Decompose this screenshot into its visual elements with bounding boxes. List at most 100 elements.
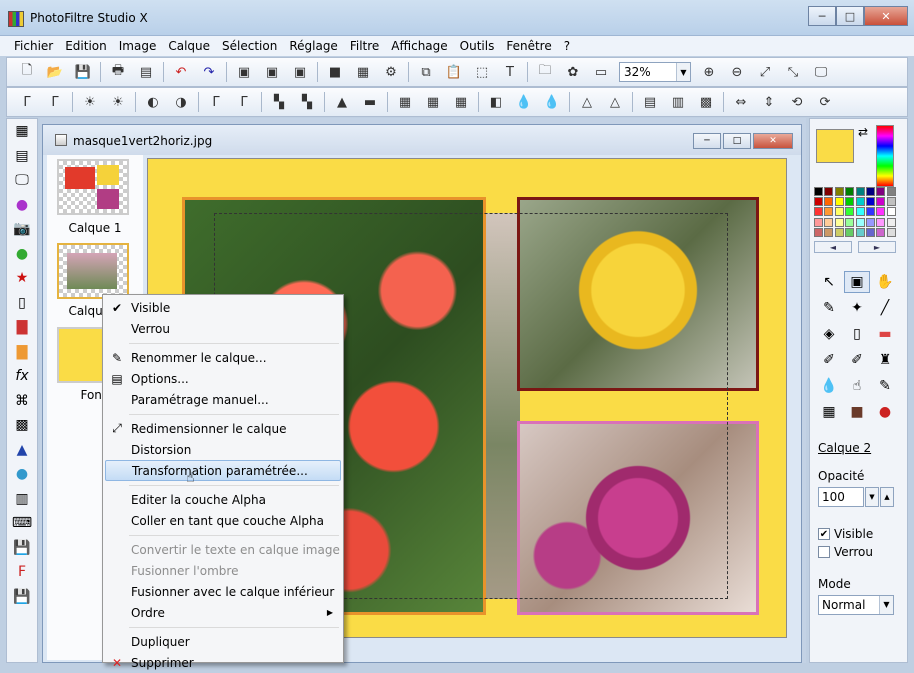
- texture-icon[interactable]: ▩: [695, 91, 717, 113]
- lock-checkbox[interactable]: Verrou: [818, 545, 873, 559]
- menu-item-resize-layer[interactable]: ⤢ Redimensionner le calque: [105, 418, 341, 439]
- auto-contrast-icon[interactable]: Γ: [44, 91, 66, 113]
- palette-swatch[interactable]: [814, 217, 823, 227]
- palette-swatch[interactable]: [845, 197, 855, 207]
- globe-icon[interactable]: ●: [7, 242, 37, 267]
- layer-thumb-calque2[interactable]: [57, 243, 129, 299]
- frame-icon[interactable]: ▣: [289, 61, 311, 83]
- palette-swatch[interactable]: [876, 187, 886, 196]
- text-icon[interactable]: T: [499, 61, 521, 83]
- palette-swatch[interactable]: [814, 207, 823, 217]
- monitor-icon[interactable]: 🖵: [7, 168, 37, 193]
- filter-icon-2[interactable]: ▦: [422, 91, 444, 113]
- pattern-icon[interactable]: ⌘: [7, 389, 37, 414]
- zoom-out-icon[interactable]: ⊖: [726, 61, 748, 83]
- flip-horizontal-icon[interactable]: ⇔: [730, 91, 752, 113]
- menu-item-merge-shadow[interactable]: Fusionner l'ombre: [105, 560, 341, 581]
- menu-calque[interactable]: Calque: [162, 39, 216, 53]
- menu-selection[interactable]: Sélection: [216, 39, 283, 53]
- plugin-icon[interactable]: ✿: [562, 61, 584, 83]
- font-icon[interactable]: F: [7, 560, 37, 585]
- rainbow-icon[interactable]: ▤: [639, 91, 661, 113]
- contrast-plus-icon[interactable]: ◑: [170, 91, 192, 113]
- calculator-icon[interactable]: ▦: [7, 119, 37, 144]
- palette-swatch[interactable]: [834, 207, 844, 217]
- palette-swatch[interactable]: [845, 227, 855, 237]
- palette-swatch[interactable]: [834, 227, 844, 237]
- palette-swatch[interactable]: [814, 187, 823, 196]
- palette-swatch[interactable]: [814, 197, 823, 207]
- rotate-left-icon[interactable]: ⟲: [786, 91, 808, 113]
- menu-fichier[interactable]: Fichier: [8, 39, 59, 53]
- pointer-icon[interactable]: ↖: [816, 271, 842, 293]
- opacity-down-icon[interactable]: ▼: [865, 487, 879, 507]
- menu-filtre[interactable]: Filtre: [344, 39, 385, 53]
- palette-icon[interactable]: ▦: [352, 61, 374, 83]
- drops-icon[interactable]: 💧: [541, 91, 563, 113]
- opacity-up-icon[interactable]: ▲: [880, 487, 894, 507]
- brightness-minus-icon[interactable]: ☀: [79, 91, 101, 113]
- opacity-value[interactable]: 100: [818, 487, 864, 507]
- palette-swatch[interactable]: [876, 227, 886, 237]
- stack-icon[interactable]: ▥: [7, 487, 37, 512]
- fit-window-icon[interactable]: ⤢: [754, 61, 776, 83]
- actual-size-icon[interactable]: ⤡: [782, 61, 804, 83]
- menu-reglage[interactable]: Réglage: [283, 39, 344, 53]
- saturation-minus-icon[interactable]: ▚: [268, 91, 290, 113]
- brightness-plus-icon[interactable]: ☀: [107, 91, 129, 113]
- new-file-icon[interactable]: 🗋: [16, 61, 38, 83]
- eyedropper-icon[interactable]: ✎: [816, 297, 842, 319]
- automation-icon[interactable]: ⚙: [380, 61, 402, 83]
- palette-swatch[interactable]: [865, 217, 875, 227]
- keyboard-icon[interactable]: ⌨: [7, 511, 37, 536]
- finger-icon[interactable]: ☝: [844, 375, 870, 397]
- menu-image[interactable]: Image: [113, 39, 163, 53]
- palette-swatch[interactable]: [824, 187, 834, 196]
- filter-icon-3[interactable]: ▦: [450, 91, 472, 113]
- palette-swatch[interactable]: [886, 187, 896, 196]
- maximize-button[interactable]: □: [836, 6, 864, 26]
- camera-icon[interactable]: 📷: [7, 217, 37, 242]
- flip-vertical-icon[interactable]: ⇕: [758, 91, 780, 113]
- circle-icon[interactable]: ●: [7, 462, 37, 487]
- layer-thumb-calque1[interactable]: [57, 159, 129, 215]
- window-icon[interactable]: ▭: [590, 61, 612, 83]
- selected-layer-name[interactable]: Calque 2: [818, 441, 871, 455]
- palette-swatch[interactable]: [886, 227, 896, 237]
- menu-item-convert-text[interactable]: Convertir le texte en calque image: [105, 539, 341, 560]
- open-folder-icon[interactable]: 📂: [44, 61, 66, 83]
- palette-swatch[interactable]: [876, 207, 886, 217]
- menu-item-lock[interactable]: Verrou: [105, 318, 341, 339]
- hand-icon[interactable]: ✋: [872, 271, 898, 293]
- palette-prev-button[interactable]: ◄: [814, 241, 852, 253]
- palette-swatch[interactable]: [834, 217, 844, 227]
- menu-item-parametric-transform[interactable]: Transformation paramétrée...: [105, 460, 341, 481]
- palette-swatch[interactable]: [865, 227, 875, 237]
- fill-bucket-icon[interactable]: ◈: [816, 323, 842, 345]
- gamma-minus-icon[interactable]: Γ: [205, 91, 227, 113]
- clone-brush-icon[interactable]: ✎: [872, 375, 898, 397]
- redo-icon[interactable]: ↷: [198, 61, 220, 83]
- hue-bar[interactable]: [876, 125, 894, 187]
- palette-swatch[interactable]: [834, 187, 844, 196]
- copy-icon[interactable]: ⧉: [415, 61, 437, 83]
- palette-swatch[interactable]: [876, 197, 886, 207]
- swap-colors-icon[interactable]: ⇄: [858, 125, 868, 139]
- histogram-icon[interactable]: ▲: [331, 91, 353, 113]
- menu-item-manual-settings[interactable]: Paramétrage manuel...: [105, 389, 341, 410]
- print-icon[interactable]: 🖶: [107, 61, 129, 83]
- eraser-icon[interactable]: ▬: [872, 323, 898, 345]
- close-button[interactable]: ✕: [864, 6, 908, 26]
- palette-swatch[interactable]: [855, 207, 865, 217]
- minimize-button[interactable]: ─: [808, 6, 836, 26]
- visible-checkbox[interactable]: ✔ Visible: [818, 527, 873, 541]
- save-2000-icon[interactable]: 💾: [7, 536, 37, 561]
- paste-icon[interactable]: 📋: [443, 61, 465, 83]
- rotate-right-icon[interactable]: ⟳: [814, 91, 836, 113]
- doc-maximize-button[interactable]: □: [723, 133, 751, 149]
- contrast-minus-icon[interactable]: ◐: [142, 91, 164, 113]
- blur-icon[interactable]: ◧: [485, 91, 507, 113]
- palette-swatch[interactable]: [865, 207, 875, 217]
- menu-item-options[interactable]: ▤ Options...: [105, 368, 341, 389]
- menu-edition[interactable]: Edition: [59, 39, 113, 53]
